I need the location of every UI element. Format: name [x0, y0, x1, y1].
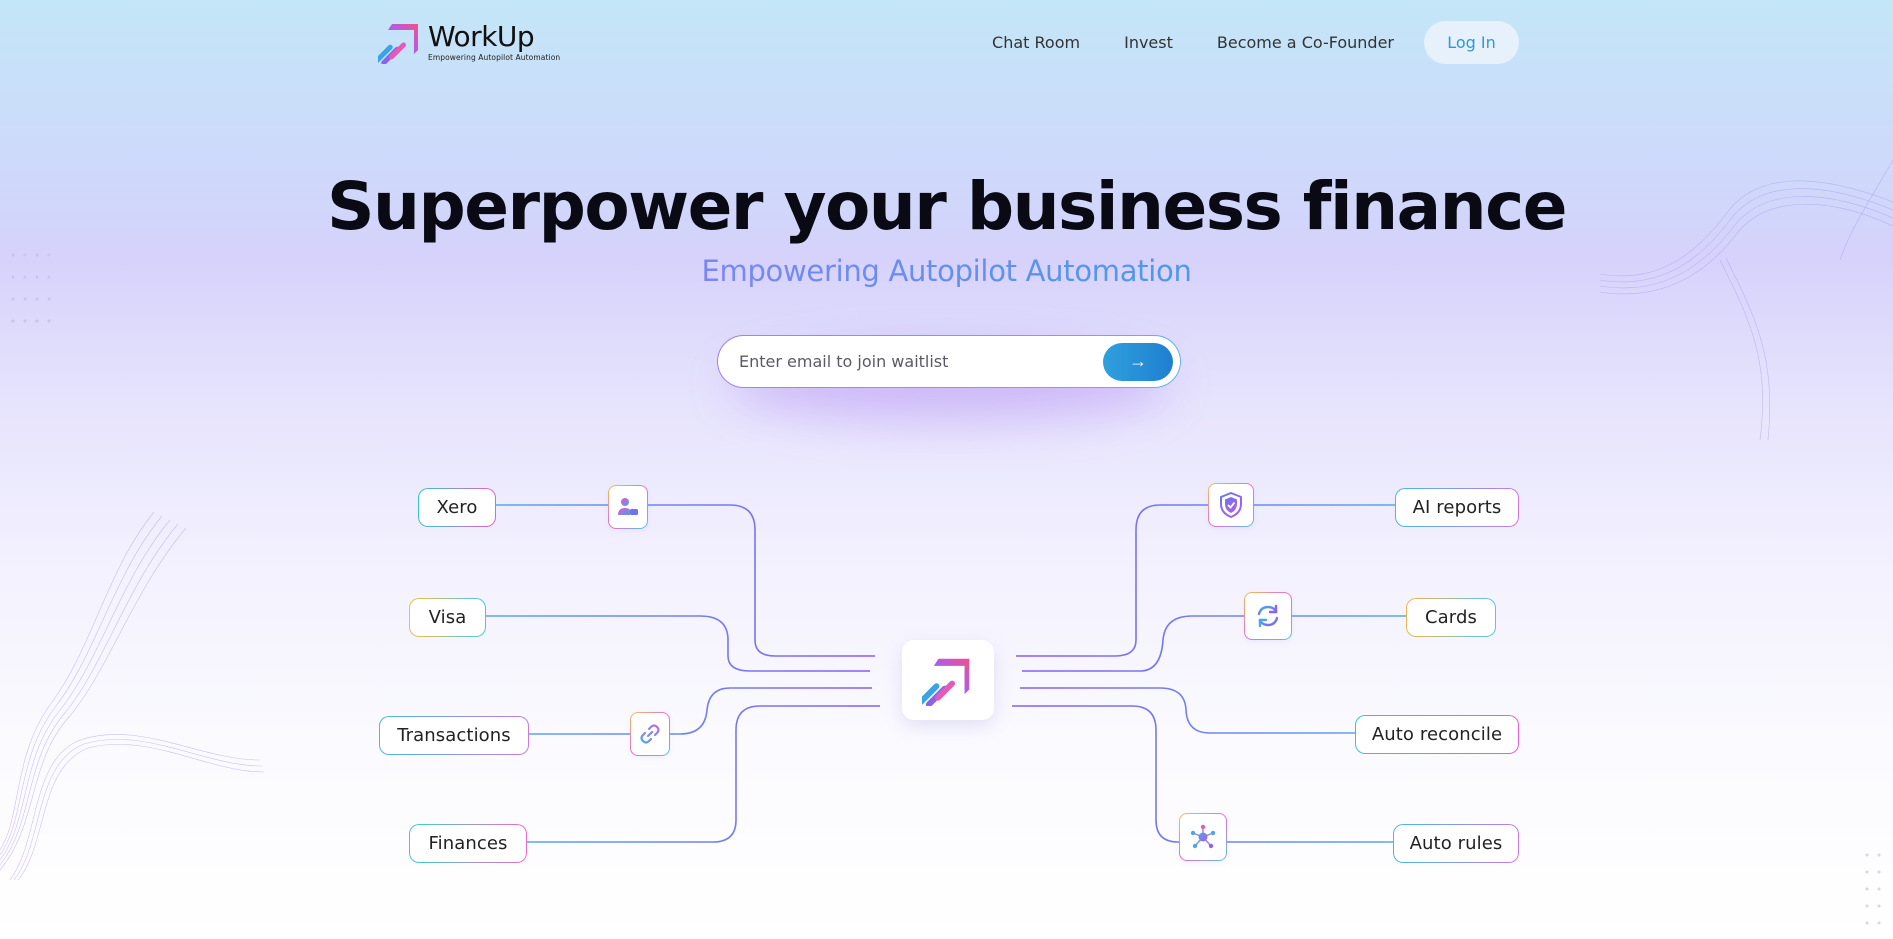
- submit-button[interactable]: →: [1103, 342, 1173, 381]
- connector-cards: [1022, 615, 1407, 672]
- node-ai-reports-label: AI reports: [1412, 497, 1502, 518]
- brand-name: WorkUp: [428, 20, 535, 53]
- decorative-dots-right: [1865, 853, 1881, 925]
- connector-visa: [484, 615, 870, 672]
- node-transactions-label: Transactions: [397, 725, 511, 746]
- login-button[interactable]: Log In: [1424, 21, 1519, 64]
- brand-tagline: Empowering Autopilot Automation: [428, 53, 561, 62]
- network-icon: [1190, 824, 1216, 849]
- node-transactions: Transactions: [379, 716, 529, 755]
- node-auto-rules: Auto rules: [1393, 824, 1519, 863]
- connector-lines: [484, 502, 1407, 845]
- waitlist-form: →: [717, 335, 1181, 388]
- brand-logo[interactable]: WorkUp Empowering Autopilot Automation: [378, 20, 560, 64]
- node-visa: Visa: [409, 598, 486, 637]
- nav-link-invest[interactable]: Invest: [1124, 33, 1173, 52]
- center-hub: [902, 640, 994, 720]
- hero-subtitle: Empowering Autopilot Automation: [0, 254, 1893, 288]
- connector-finances: [526, 705, 880, 843]
- email-input[interactable]: [739, 352, 1103, 371]
- workup-logo-icon: [922, 658, 970, 706]
- arrow-right-icon: →: [1129, 351, 1147, 371]
- node-xero-label: Xero: [436, 497, 478, 518]
- top-nav: Chat Room Invest Become a Co-Founder Log…: [992, 21, 1519, 64]
- node-auto-reconcile: Auto reconcile: [1355, 715, 1519, 754]
- node-xero: Xero: [418, 488, 496, 527]
- hero-title: Superpower your business finance: [327, 168, 1567, 245]
- node-cards-label: Cards: [1425, 607, 1477, 628]
- hero-subtitle-text: Empowering Autopilot Automation: [701, 254, 1192, 288]
- connector-xero: [494, 504, 875, 657]
- link-icon: [640, 724, 660, 744]
- connector-ai-reports: [1016, 504, 1396, 657]
- user-chat-icon: [618, 498, 638, 515]
- nav-link-become-co-founder[interactable]: Become a Co-Founder: [1217, 33, 1394, 52]
- connector-auto-reconcile: [1020, 687, 1356, 734]
- decorative-wave-left: [0, 511, 265, 880]
- connector-transactions: [528, 687, 872, 735]
- node-auto-reconcile-label: Auto reconcile: [1371, 724, 1503, 745]
- node-cards: Cards: [1406, 598, 1496, 637]
- nav-link-chat-room[interactable]: Chat Room: [992, 33, 1080, 52]
- shield-check-icon-box: [1208, 483, 1254, 527]
- node-ai-reports: AI reports: [1395, 488, 1519, 527]
- workup-logo-icon: [378, 24, 418, 64]
- node-visa-label: Visa: [428, 607, 467, 628]
- link-icon-box: [630, 712, 670, 756]
- sync-icon-box: [1244, 592, 1292, 640]
- shield-check-icon: [1220, 492, 1242, 518]
- network-icon-box: [1179, 813, 1227, 861]
- user-chat-icon-box: [608, 485, 648, 529]
- node-finances: Finances: [409, 824, 527, 863]
- sync-icon: [1257, 604, 1279, 628]
- node-finances-label: Finances: [428, 833, 508, 854]
- node-auto-rules-label: Auto rules: [1409, 833, 1503, 854]
